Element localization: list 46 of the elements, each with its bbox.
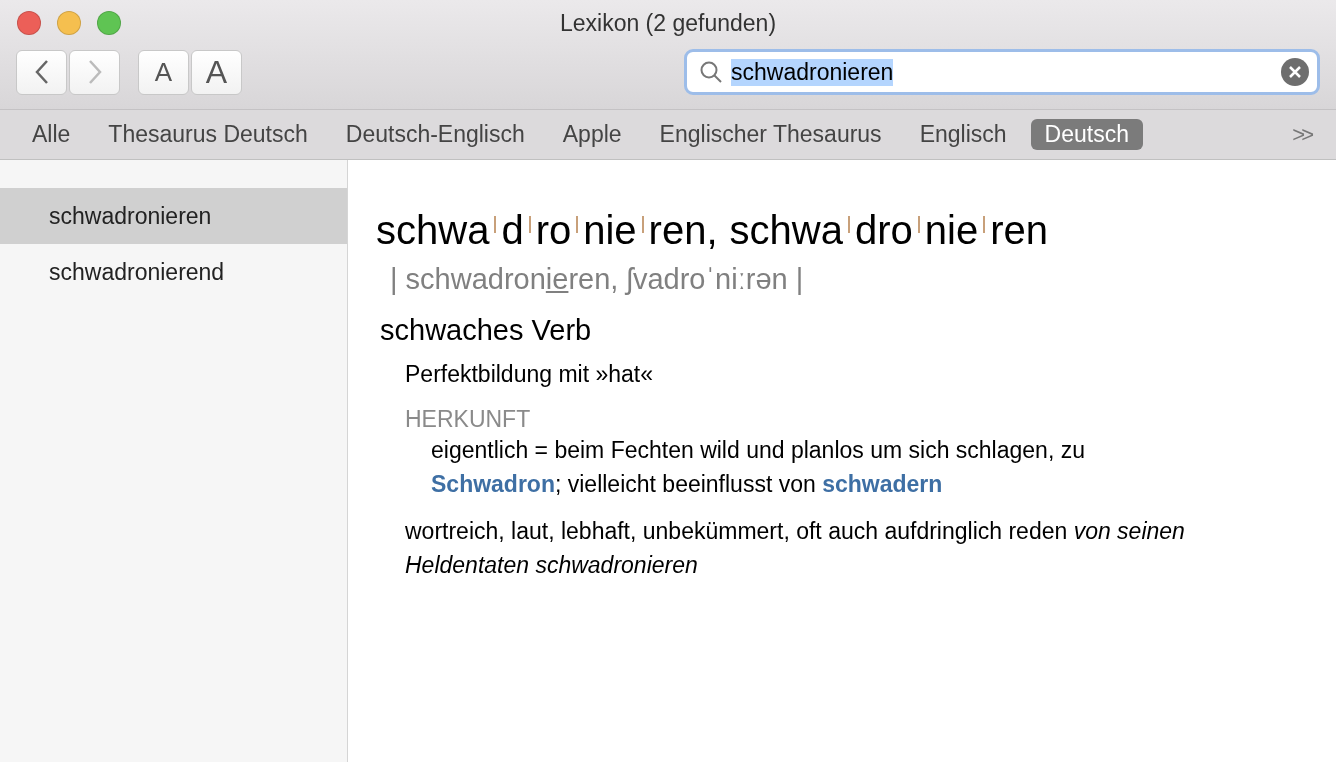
dictionary-tab[interactable]: Deutsch [1030, 119, 1143, 150]
syllable-mark [641, 216, 644, 233]
syllable-mark [847, 216, 850, 233]
minimize-button[interactable] [57, 11, 81, 35]
headword-syllable: dro [854, 208, 913, 253]
headword-syllable: nie [924, 208, 979, 253]
headword-syllable: ro [535, 208, 572, 253]
syllable-mark [494, 216, 497, 233]
close-icon [1289, 66, 1301, 78]
zoom-button[interactable] [97, 11, 121, 35]
dictionary-tab[interactable]: Alle [18, 119, 85, 150]
part-of-speech: schwaches Verb [380, 314, 592, 347]
dictionary-tab[interactable]: Deutsch-Englisch [331, 119, 539, 150]
result-item[interactable]: schwadronieren [0, 188, 347, 244]
clear-button[interactable] [1281, 58, 1309, 86]
syllable-mark [528, 216, 531, 233]
syllable-mark [576, 216, 579, 233]
close-button[interactable] [17, 11, 41, 35]
etymology-text: eigentlich = beim Fechten wild und planlos um sich schlagen, zu Schwadron; vielleicht beeinflusst von schwadern [431, 436, 1086, 499]
smaller-font-button[interactable]: A [138, 49, 189, 95]
window-title: Lexikon (2 gefunden) [559, 9, 777, 37]
syllable-mark [917, 216, 920, 233]
headword-syllable: schwa [729, 208, 843, 253]
headword-syllable: d [501, 208, 524, 253]
syllable-mark [983, 216, 986, 233]
search-field[interactable]: schwadronieren [684, 49, 1320, 95]
pronunciation: | schwadronieren, ʃvadroˈniːrən | [390, 263, 804, 296]
dictionary-tab[interactable]: Thesaurus Deutsch [94, 119, 322, 150]
result-item[interactable]: schwadronierend [0, 244, 347, 300]
headword-syllable: schwa [376, 208, 490, 253]
word-link[interactable]: schwadern [822, 471, 943, 497]
back-button[interactable] [16, 49, 67, 95]
word-link[interactable]: Schwadron [431, 471, 555, 497]
larger-font-button[interactable]: A [191, 49, 242, 95]
search-icon [699, 60, 723, 84]
chevron-right-icon [86, 59, 103, 85]
etymology-label: HERKUNFT [405, 406, 531, 433]
grammar-note: Perfektbildung mit »hat« [405, 361, 654, 388]
dictionary-tab[interactable]: Englischer Thesaurus [645, 119, 896, 150]
chevron-left-icon [33, 59, 50, 85]
dictionary-tab[interactable]: Englisch [905, 119, 1021, 150]
headword-syllable: ren, [648, 208, 718, 253]
headword-syllable: ren [990, 208, 1048, 253]
dictionary-tab[interactable]: Apple [548, 119, 636, 150]
definition-text: wortreich, laut, lebhaft, unbekümmert, oft auch aufdringlich reden von seinen Heldentaten schwadronieren [405, 517, 1186, 580]
headword-syllable: nie [583, 208, 637, 253]
